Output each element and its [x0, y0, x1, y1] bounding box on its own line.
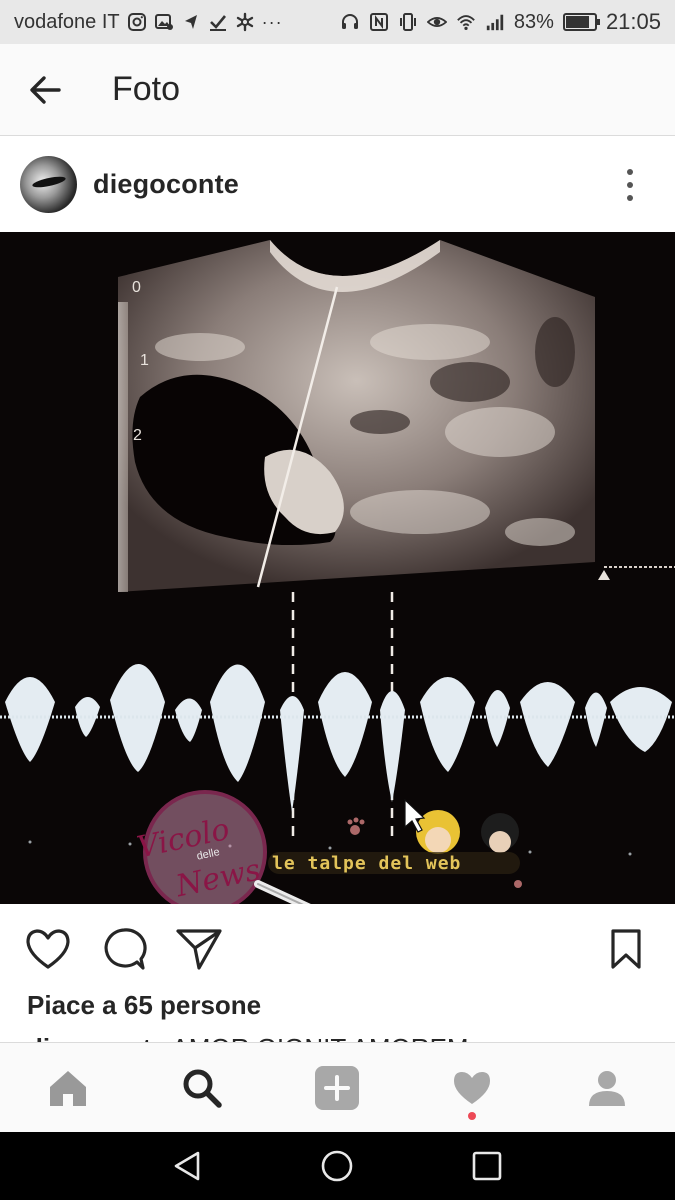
system-back-button[interactable]	[168, 1146, 208, 1186]
carrier-label: vodafone IT	[14, 10, 120, 33]
status-left: vodafone IT ···	[14, 11, 283, 34]
post-header: diegoconte	[0, 137, 675, 232]
home-circle-icon	[321, 1150, 353, 1182]
screen: vodafone IT ··· 83% 21:05 Foto diegocont…	[0, 0, 675, 1200]
post-photo[interactable]: 0 1 2 Vicolo delle News le talpe del web	[0, 232, 675, 904]
scale-mark-1: 1	[140, 352, 149, 369]
status-right: 83% 21:05	[340, 9, 661, 35]
check-icon	[209, 15, 226, 31]
watermark-talpe-text: le talpe del web	[272, 853, 461, 874]
vibrate-icon	[399, 13, 416, 31]
bookmark-icon	[611, 929, 641, 969]
recents-icon	[472, 1151, 502, 1181]
nav-activity[interactable]	[447, 1063, 497, 1113]
likes-count[interactable]: Piace a 65 persone	[27, 990, 261, 1021]
scale-mark-0: 0	[132, 279, 141, 296]
bottom-nav	[0, 1042, 675, 1132]
headset-icon	[341, 14, 358, 29]
nav-search[interactable]	[177, 1063, 227, 1113]
clock: 21:05	[605, 9, 661, 34]
search-icon	[183, 1069, 222, 1108]
wifi-icon	[457, 15, 475, 30]
more-options-button[interactable]	[623, 167, 637, 203]
post-actions	[0, 904, 675, 990]
system-recents-button[interactable]	[467, 1146, 507, 1186]
status-bar: vodafone IT ··· 83% 21:05	[0, 0, 675, 44]
home-icon	[50, 1071, 86, 1106]
back-icon	[174, 1151, 200, 1181]
battery-icon	[562, 13, 600, 31]
navigation-icon	[184, 15, 197, 29]
more-vertical-icon-dot	[627, 194, 633, 201]
instagram-icon	[127, 13, 146, 31]
page-title: Foto	[112, 70, 181, 108]
like-button[interactable]	[23, 924, 73, 974]
notification-dot	[468, 1112, 476, 1120]
ultrasound-image: 0 1 2 Vicolo delle News le talpe del web	[0, 232, 675, 904]
system-navigation-bar	[0, 1132, 675, 1200]
share-icon	[176, 929, 222, 970]
nfc-icon	[369, 13, 388, 31]
gallery-icon	[154, 14, 173, 30]
asterisk-icon	[236, 12, 253, 32]
app-bar: Foto	[0, 44, 675, 136]
arrow-left-icon	[30, 75, 61, 104]
heart-icon	[26, 929, 70, 969]
battery-level	[565, 16, 589, 28]
activity-icon	[454, 1072, 490, 1104]
profile-icon	[589, 1071, 625, 1106]
eye-icon	[426, 17, 447, 27]
comment-icon	[104, 928, 147, 970]
post-username[interactable]: diegoconte	[93, 169, 239, 200]
more-vertical-icon	[627, 168, 633, 175]
comment-button[interactable]	[99, 924, 149, 974]
more-notifications-indicator: ···	[261, 11, 283, 32]
more-vertical-icon-dot	[627, 181, 633, 188]
back-button[interactable]	[0, 44, 90, 136]
battery-percent: 83%	[513, 10, 554, 33]
signal-icon	[486, 14, 504, 31]
scale-mark-2: 2	[133, 427, 142, 444]
nav-home[interactable]	[43, 1063, 93, 1113]
add-icon	[315, 1066, 359, 1110]
system-home-button[interactable]	[317, 1146, 357, 1186]
nav-add-post[interactable]	[312, 1063, 362, 1113]
nav-profile[interactable]	[582, 1063, 632, 1113]
share-button[interactable]	[174, 924, 224, 974]
avatar[interactable]	[20, 156, 77, 213]
bookmark-button[interactable]	[601, 924, 651, 974]
